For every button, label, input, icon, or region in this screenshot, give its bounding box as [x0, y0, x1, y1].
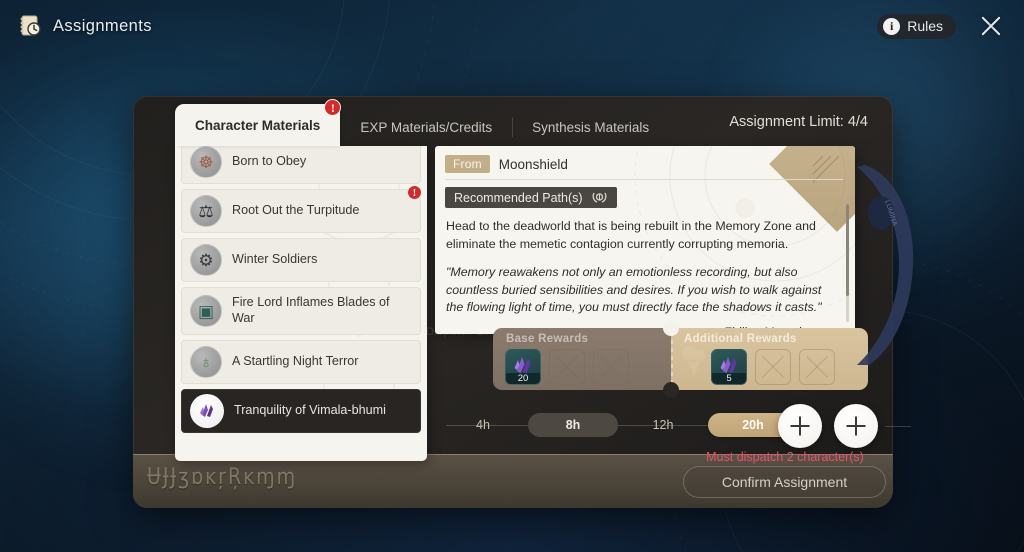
detail-from-row: From Moonshield	[445, 155, 843, 180]
add-character-slot-1-button[interactable]	[778, 404, 822, 448]
list-item-label: Born to Obey	[232, 154, 307, 169]
app-identity: Assignments	[17, 13, 152, 39]
additional-rewards-section: Additional Rewards 5	[663, 320, 868, 398]
from-label: From	[445, 155, 490, 173]
rewards-banner: Base Rewards 20 Additional Rewards 5	[493, 320, 868, 398]
rules-button-label: Rules	[907, 18, 943, 34]
assignment-list[interactable]: ☸ Born to Obey ⚖ Root Out the Turpitude …	[175, 146, 427, 461]
close-icon[interactable]	[978, 13, 1004, 39]
reward-slot[interactable]: 20	[505, 349, 541, 385]
material-icon: ▣	[190, 295, 222, 327]
add-character-slot-2-button[interactable]	[834, 404, 878, 448]
tab-label: Character Materials	[195, 117, 321, 133]
detail-quote: "Memory reawakens not only an emotionles…	[446, 265, 822, 315]
reward-slot[interactable]: 5	[711, 349, 747, 385]
banner-notch-bottom	[663, 382, 679, 398]
list-item[interactable]: ⚙ Winter Soldiers	[181, 238, 421, 282]
detail-scrollbar[interactable]	[846, 204, 849, 322]
duration-selector[interactable]: 4h 8h 12h 20h	[438, 411, 798, 439]
confirm-assignment-button[interactable]: Confirm Assignment	[683, 466, 886, 498]
assignment-limit-text: Assignment Limit: 4/4	[729, 114, 868, 130]
additional-rewards-watermark	[682, 346, 705, 376]
list-item-label: A Startling Night Terror	[232, 354, 359, 369]
page-title: Assignments	[53, 16, 152, 35]
info-icon: i	[883, 17, 901, 35]
detail-scrollbar-thumb[interactable]	[846, 204, 849, 296]
list-item-label: Winter Soldiers	[232, 252, 318, 267]
rules-button[interactable]: i Rules	[877, 13, 956, 39]
list-item-label: Fire Lord Inflames Blades of War	[232, 295, 390, 325]
reward-slot-empty	[799, 349, 835, 385]
dispatch-connector-left	[735, 426, 779, 427]
decorative-rune-text: ɄɈɈʒɒĸŗŖĸɱɱ	[147, 464, 298, 490]
list-item-selected[interactable]: Tranquility of Vimala-bhumi	[181, 389, 421, 433]
material-icon: ⚙	[190, 244, 222, 276]
duration-option-4h[interactable]: 4h	[438, 413, 528, 437]
material-icon: ♁	[190, 346, 222, 378]
tab-synthesis-materials[interactable]: Synthesis Materials	[512, 108, 669, 146]
base-rewards-title: Base Rewards	[506, 333, 589, 345]
list-item[interactable]: ⚖ Root Out the Turpitude !	[181, 185, 422, 233]
from-value: Moonshield	[498, 156, 568, 172]
additional-rewards-title: Additional Rewards	[684, 333, 797, 345]
path-wreath-icon	[591, 190, 608, 205]
duration-option-8h[interactable]: 8h	[528, 413, 618, 437]
list-item-label: Tranquility of Vimala-bhumi	[234, 403, 386, 418]
tab-label: Synthesis Materials	[532, 119, 650, 135]
recommended-paths-row: Recommended Path(s)	[445, 187, 617, 208]
dispatch-warning: Must dispatch 2 character(s)	[706, 450, 864, 464]
detail-description: Head to the deadworld that is being rebu…	[446, 219, 816, 251]
assignment-detail-panel: From Moonshield Recommended Path(s) Head…	[435, 146, 855, 334]
banner-notch-top	[663, 320, 679, 336]
purple-crystal-icon	[200, 404, 213, 417]
base-rewards-slots: 20	[505, 349, 629, 385]
list-item[interactable]: ☸ Born to Obey	[181, 146, 421, 184]
recommended-paths-label: Recommended Path(s)	[454, 190, 583, 205]
material-icon: ⚖	[190, 195, 222, 227]
tab-exp-materials-credits[interactable]: EXP Materials/Credits	[340, 108, 512, 146]
reward-slot-empty	[755, 349, 791, 385]
material-icon	[190, 394, 224, 428]
material-glyph: ♁	[199, 352, 213, 372]
list-item-badge: !	[407, 185, 422, 200]
banner-perforation	[671, 332, 673, 386]
dispatch-character-slots	[778, 404, 878, 448]
decorative-blade-shape: LUMINA	[857, 165, 914, 365]
top-bar-actions: i Rules	[877, 13, 1004, 39]
list-item[interactable]: ♁ A Startling Night Terror	[181, 340, 421, 384]
reward-slot-empty	[593, 349, 629, 385]
reward-count: 20	[506, 373, 540, 384]
material-glyph: ▣	[197, 301, 215, 321]
list-item-label: Root Out the Turpitude	[232, 203, 360, 218]
material-glyph: ☸	[198, 152, 214, 172]
list-item[interactable]: ▣ Fire Lord Inflames Blades of War	[181, 287, 421, 335]
notebook-clock-icon	[17, 13, 43, 39]
material-glyph: ⚙	[198, 250, 214, 270]
reward-count: 5	[712, 373, 746, 384]
additional-rewards-slots: 5	[711, 349, 835, 385]
tab-label: EXP Materials/Credits	[360, 119, 493, 135]
top-bar: Assignments i Rules	[0, 0, 1024, 52]
base-rewards-section: Base Rewards 20	[493, 328, 671, 390]
duration-option-12h[interactable]: 12h	[618, 413, 708, 437]
tab-notification-badge: !	[324, 99, 342, 116]
assignment-list-scroll[interactable]: ☸ Born to Obey ⚖ Root Out the Turpitude …	[175, 146, 427, 461]
dispatch-connector-right	[885, 426, 911, 427]
tab-bar: Character Materials ! EXP Materials/Cred…	[175, 99, 669, 146]
material-glyph: ⚖	[198, 201, 214, 221]
tab-character-materials[interactable]: Character Materials !	[175, 99, 342, 146]
reward-slot-empty	[549, 349, 585, 385]
material-icon: ☸	[190, 146, 222, 178]
